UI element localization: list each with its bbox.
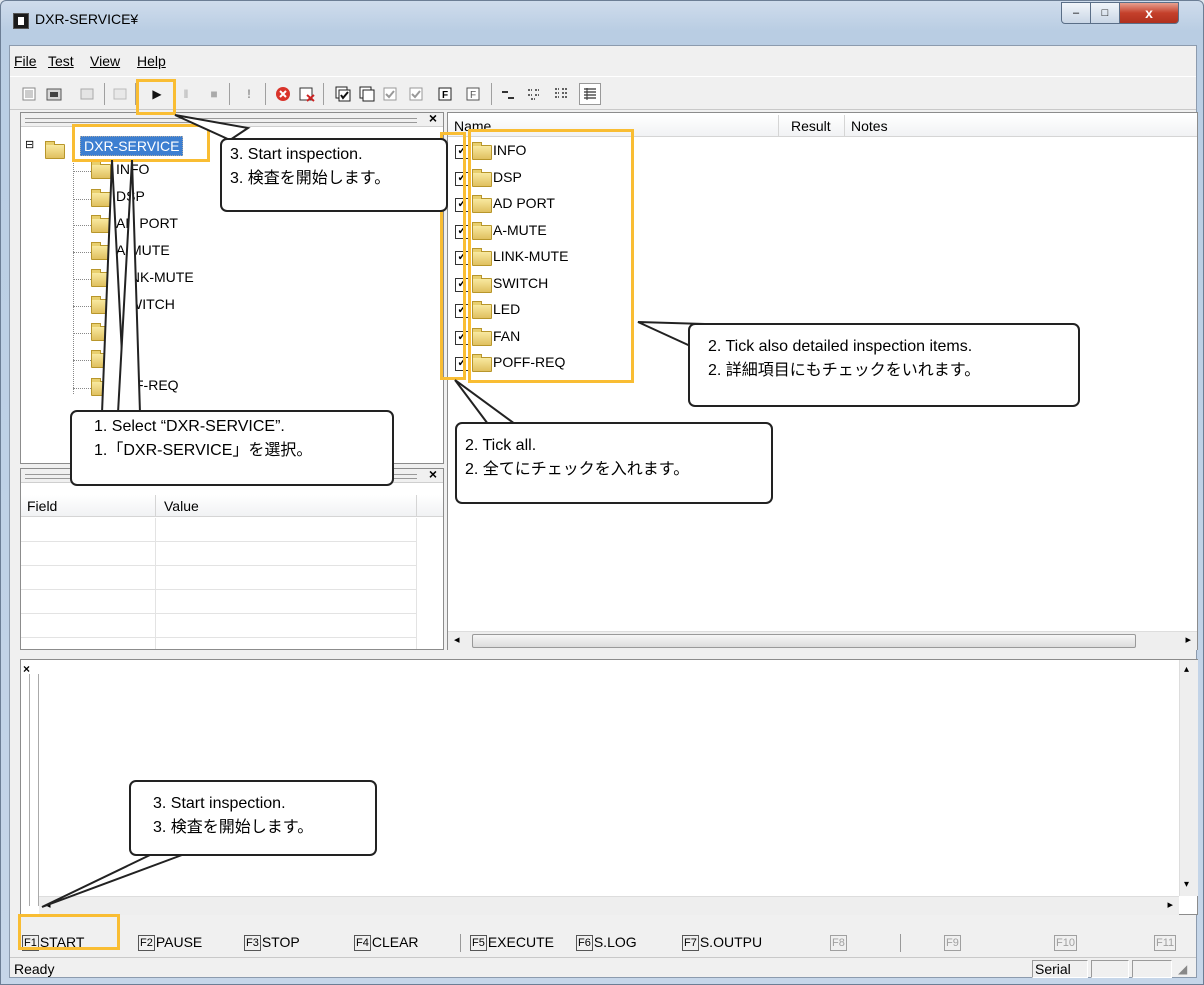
- callout-text-ja: 3. 検査を開始します。: [153, 819, 314, 836]
- callout-text-ja: 2. 詳細項目にもチェックをいれます。: [708, 362, 981, 379]
- callout-select: 1. Select “DXR-SERVICE”. 1.「DXR-SERVICE」…: [70, 410, 394, 486]
- callout-tick-detail: 2. Tick also detailed inspection items. …: [688, 323, 1080, 407]
- callout-text-en: 2. Tick also detailed inspection items.: [708, 338, 973, 355]
- callout-start-bottom: 3. Start inspection. 3. 検査を開始します。: [129, 780, 377, 856]
- callout-tick-all: 2. Tick all. 2. 全てにチェックを入れます。: [455, 422, 773, 504]
- callout-text-en: 1. Select “DXR-SERVICE”.: [94, 418, 285, 435]
- callout-start-top: 3. Start inspection. 3. 検査を開始します。: [220, 138, 448, 212]
- callout-text-ja: 3. 検査を開始します。: [230, 170, 391, 187]
- callout-text-ja: 1.「DXR-SERVICE」を選択。: [94, 442, 313, 459]
- callout-text-en: 2. Tick all.: [465, 437, 537, 454]
- callout-text-en: 3. Start inspection.: [153, 795, 286, 812]
- callout-text-en: 3. Start inspection.: [230, 146, 363, 163]
- callout-text-ja: 2. 全てにチェックを入れます。: [465, 461, 690, 478]
